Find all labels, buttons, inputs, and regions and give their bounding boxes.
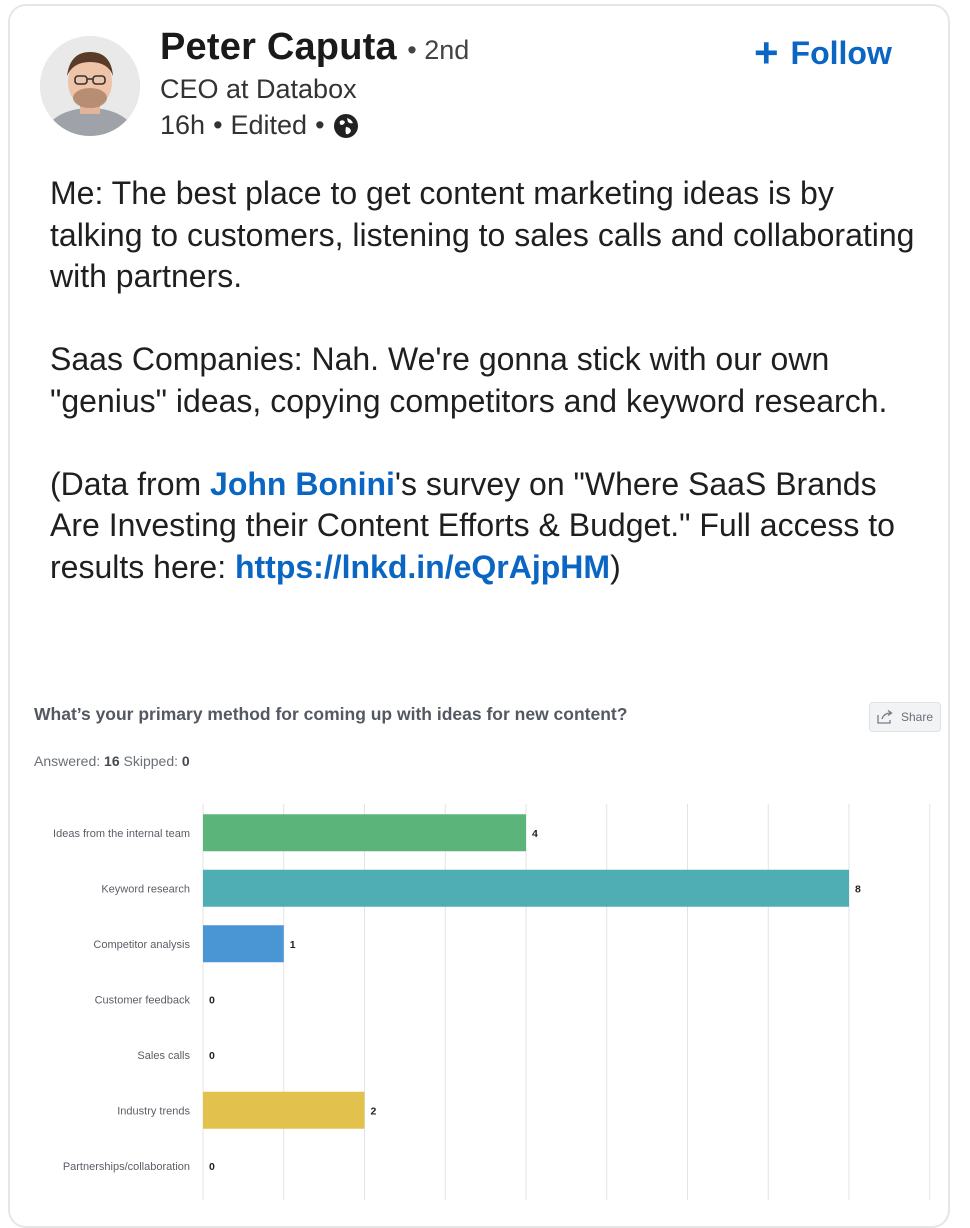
author-avatar[interactable]	[40, 36, 140, 136]
author-name-row: Peter Caputa • 2nd	[160, 26, 469, 69]
meta-separator: •	[213, 110, 223, 140]
share-label: Share	[900, 710, 934, 724]
category-label: Keyword research	[101, 883, 190, 895]
value-label: 0	[209, 994, 215, 1006]
post-paragraph: Saas Companies: Nah. We're gonna stick w…	[50, 341, 888, 419]
post-paragraph: Me: The best place to get content market…	[50, 175, 915, 294]
skipped-count: 0	[181, 753, 190, 769]
value-label: 0	[209, 1161, 215, 1173]
response-summary: Answered: 16 Skipped: 0	[34, 753, 190, 769]
author-name[interactable]: Peter Caputa	[160, 26, 397, 68]
post-time: 16h	[160, 110, 206, 140]
category-label: Industry trends	[117, 1105, 190, 1117]
plus-icon: +	[754, 29, 779, 76]
answered-count: 16	[104, 753, 120, 769]
bar[interactable]	[203, 925, 284, 963]
category-label: Competitor analysis	[93, 939, 190, 951]
bar[interactable]	[203, 814, 526, 852]
mention-link[interactable]: John Bonini	[210, 466, 395, 502]
value-label: 8	[855, 883, 861, 895]
survey-question: What’s your primary method for coming up…	[34, 704, 628, 724]
answered-label: Answered:	[34, 753, 101, 769]
value-label: 2	[371, 1105, 377, 1117]
avatar-photo	[40, 36, 140, 136]
follow-label: Follow	[790, 34, 892, 71]
share-button[interactable]: Share	[869, 702, 941, 732]
bar[interactable]	[203, 1091, 365, 1129]
globe-icon	[333, 113, 359, 139]
skipped-label: Skipped:	[123, 753, 178, 769]
post-paragraph: (Data from John Bonini's survey on "Wher…	[50, 464, 930, 589]
category-label: Partnerships/collaboration	[63, 1161, 190, 1173]
category-label: Ideas from the internal team	[53, 828, 190, 840]
meta-separator: •	[315, 110, 325, 140]
text-fragment: )	[610, 548, 621, 585]
category-label: Sales calls	[137, 1050, 190, 1062]
category-label: Customer feedback	[95, 994, 191, 1006]
author-headline: CEO at Databox	[160, 74, 357, 104]
post-body: Me: The best place to get content market…	[50, 173, 930, 630]
follow-button[interactable]: + Follow	[754, 30, 892, 76]
results-link[interactable]: https://lnkd.in/eQrAjpHM	[235, 549, 610, 585]
value-label: 4	[532, 828, 538, 840]
share-icon	[877, 710, 895, 724]
bar[interactable]	[203, 869, 849, 907]
value-label: 0	[209, 1050, 215, 1062]
connection-degree: • 2nd	[407, 35, 470, 65]
post-meta: 16h • Edited •	[160, 110, 359, 141]
edited-label: Edited	[230, 110, 308, 140]
value-label: 1	[290, 939, 296, 951]
bar-chart: Ideas from the internal team 4 Keyword res…	[53, 804, 931, 1200]
text-fragment: (Data from	[50, 465, 211, 502]
